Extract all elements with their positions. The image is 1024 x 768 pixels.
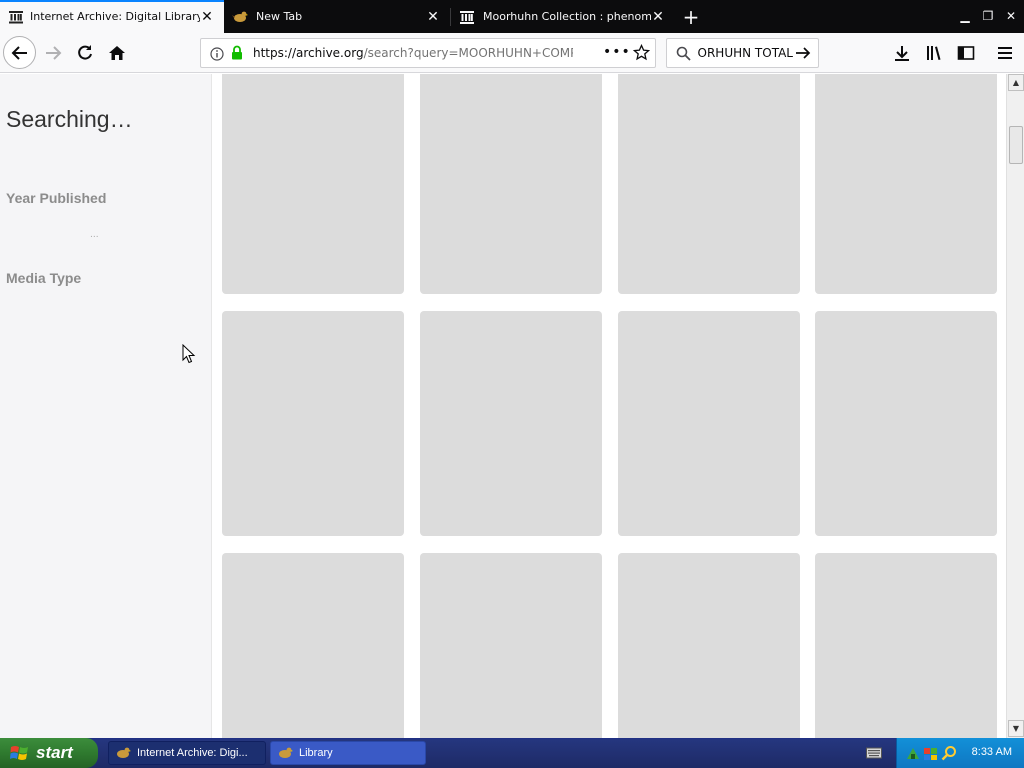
results-grid [212, 74, 1006, 738]
keyboard-icon[interactable] [866, 747, 882, 759]
vertical-scrollbar[interactable]: ▲ ▼ [1006, 74, 1024, 738]
tab-title: Moorhuhn Collection : phenomedia [483, 10, 651, 23]
navigation-bar: https://archive.org/search?query=MOORHUH… [0, 33, 1024, 73]
start-label: start [36, 743, 73, 762]
go-arrow-icon[interactable] [795, 45, 811, 65]
result-tile-placeholder[interactable] [222, 311, 404, 536]
tab-title: Internet Archive: Digital Library of [30, 10, 200, 23]
taskbar-item-library[interactable]: Library [270, 741, 426, 765]
result-tile-placeholder[interactable] [618, 311, 800, 536]
url-text: https://archive.org/search?query=MOORHUH… [253, 46, 573, 60]
hamburger-menu-icon [998, 47, 1012, 59]
search-input[interactable]: MOORHUHN TOTAL [697, 46, 793, 60]
network-icon[interactable] [905, 745, 921, 761]
facet-year-published[interactable]: Year Published [6, 190, 106, 206]
minimize-icon[interactable]: ▁ [955, 6, 975, 26]
archive-temple-icon [459, 9, 475, 25]
taskbar: start Internet Archive: Digi... Library … [0, 738, 1024, 768]
bookmark-star-icon[interactable] [632, 43, 651, 65]
scroll-thumb[interactable] [1009, 126, 1023, 164]
tab-new-tab[interactable]: New Tab ✕ [224, 0, 450, 33]
search-icon [676, 46, 691, 65]
facet-media-type[interactable]: Media Type [6, 270, 81, 286]
result-tile-placeholder[interactable] [222, 553, 404, 738]
scroll-down-icon[interactable]: ▼ [1008, 720, 1024, 737]
windows-logo-icon [10, 746, 28, 760]
result-tile-placeholder[interactable] [222, 74, 404, 294]
sidebar-icon [957, 46, 975, 60]
tab-strip: Internet Archive: Digital Library of ✕ N… [0, 0, 1024, 33]
result-tile-placeholder[interactable] [815, 74, 997, 294]
facet-loader: ... [90, 230, 99, 240]
info-icon[interactable] [210, 46, 224, 65]
back-button[interactable] [3, 36, 36, 69]
forward-button[interactable] [37, 37, 69, 69]
library-button[interactable] [918, 37, 950, 69]
result-tile-placeholder[interactable] [420, 311, 602, 536]
reload-icon [78, 45, 92, 60]
taskbar-item-label: Library [299, 747, 333, 759]
firefox-icon [117, 747, 131, 758]
result-tile-placeholder[interactable] [618, 553, 800, 738]
result-tile-placeholder[interactable] [815, 311, 997, 536]
tab-moorhuhn-collection[interactable]: Moorhuhn Collection : phenomedia ✕ [451, 0, 675, 33]
taskbar-item-internet-archive[interactable]: Internet Archive: Digi... [108, 741, 266, 765]
moorhuhn-icon [232, 9, 248, 25]
page-actions-icon[interactable]: ••• [603, 44, 631, 60]
search-status: Searching… [6, 106, 133, 132]
archive-tab-icon [9, 11, 23, 24]
result-tile-placeholder[interactable] [420, 553, 602, 738]
tab-title: New Tab [256, 10, 303, 23]
back-arrow-icon [11, 45, 27, 60]
taskbar-item-label: Internet Archive: Digi... [137, 747, 248, 759]
scroll-up-icon[interactable]: ▲ [1008, 74, 1024, 91]
close-tab-icon[interactable]: ✕ [426, 10, 440, 24]
result-tile-placeholder[interactable] [815, 553, 997, 738]
close-tab-icon[interactable]: ✕ [651, 10, 665, 24]
url-path: /search?query=MOORHUHN+COMPL [363, 46, 573, 60]
home-icon [109, 46, 125, 60]
forward-arrow-icon [46, 46, 62, 60]
home-button[interactable] [101, 37, 133, 69]
url-host: https://archive.org [253, 46, 364, 60]
system-tray: 8:33 AM [896, 738, 1024, 768]
close-window-icon[interactable]: ✕ [1001, 6, 1021, 26]
new-tab-button[interactable]: + [678, 4, 704, 30]
tab-internet-archive[interactable]: Internet Archive: Digital Library of ✕ [0, 0, 224, 33]
clock[interactable]: 8:33 AM [972, 746, 1012, 758]
downloads-button[interactable] [886, 37, 918, 69]
result-tile-placeholder[interactable] [618, 74, 800, 294]
mouse-cursor-icon [182, 344, 196, 364]
lock-icon[interactable] [231, 45, 243, 64]
search-bar[interactable]: MOORHUHN TOTAL [666, 38, 819, 68]
page-content: Searching… Year Published ... Media Type… [0, 74, 1024, 738]
close-tab-icon[interactable]: ✕ [200, 10, 214, 24]
restore-icon[interactable]: ❐ [978, 6, 998, 26]
url-bar[interactable]: https://archive.org/search?query=MOORHUH… [200, 38, 656, 68]
sidebar-toggle-button[interactable] [950, 37, 982, 69]
search-tray-icon[interactable] [941, 745, 957, 761]
result-tile-placeholder[interactable] [420, 74, 602, 294]
reload-button[interactable] [69, 37, 101, 69]
start-button[interactable]: start [0, 738, 98, 768]
menu-button[interactable] [989, 37, 1021, 69]
security-center-icon[interactable] [923, 745, 939, 761]
library-icon [927, 46, 941, 60]
facet-sidebar: Searching… Year Published ... Media Type [0, 74, 212, 738]
firefox-icon [279, 747, 293, 758]
screen: Internet Archive: Digital Library of ✕ N… [0, 0, 1024, 768]
download-icon [895, 46, 909, 61]
